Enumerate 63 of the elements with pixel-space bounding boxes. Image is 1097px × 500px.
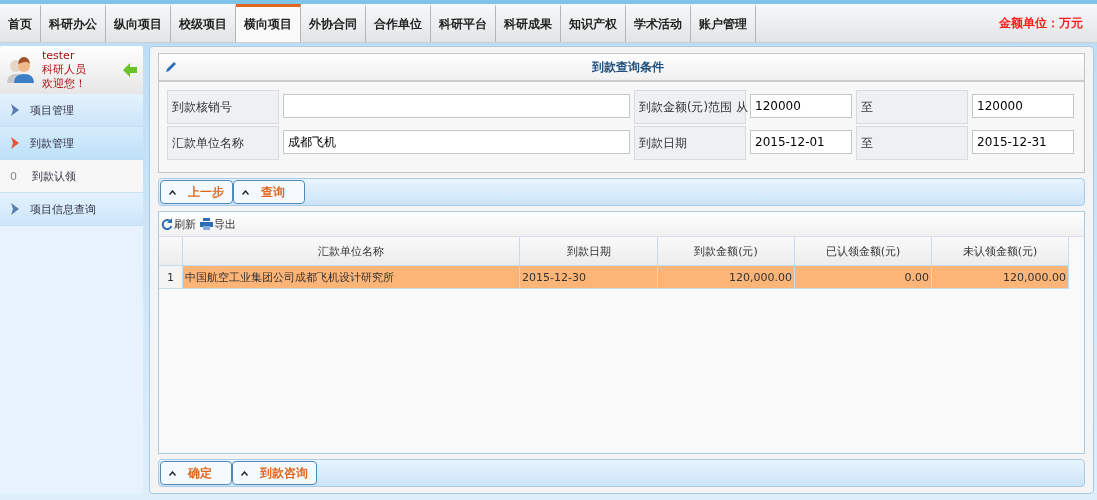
- column-header: 到款日期: [520, 237, 658, 266]
- printer-icon: [200, 218, 213, 230]
- pencil-icon: [165, 61, 177, 73]
- item-label: 项目信息查询: [30, 201, 96, 217]
- greeting: 欢迎您！: [42, 77, 87, 91]
- caret-icon: [169, 470, 176, 476]
- nav-tab[interactable]: 科研成果: [496, 4, 561, 42]
- nav-tab[interactable]: 纵向项目: [106, 4, 171, 42]
- nav-tab[interactable]: 外协合同: [301, 4, 366, 42]
- item-label: 到款管理: [30, 135, 74, 151]
- nav-tab[interactable]: 知识产权: [561, 4, 626, 42]
- unit-note: 金额单位：万元: [999, 14, 1084, 32]
- nav-tab[interactable]: 科研办公: [41, 4, 106, 42]
- field-label: 到款核销号: [167, 90, 279, 124]
- back-arrow-icon[interactable]: [123, 63, 137, 77]
- input-field[interactable]: 2015-12-01: [750, 130, 852, 154]
- field-label: 至: [856, 90, 968, 124]
- caret-icon: [242, 189, 249, 195]
- nav-tab[interactable]: 账户管理: [691, 4, 756, 42]
- table-cell: 120,000.00: [658, 266, 795, 289]
- header-corner: [159, 237, 183, 266]
- table-cell: 120,000.00: [932, 266, 1069, 289]
- field-label: 到款金额(元)范围 从: [634, 90, 746, 124]
- refresh-button[interactable]: 刷新: [161, 216, 196, 232]
- caret-icon: [169, 189, 176, 195]
- item-count: 0: [10, 169, 18, 183]
- arrow-icon: [10, 103, 20, 117]
- nav-tab[interactable]: 首页: [0, 4, 41, 42]
- input-field[interactable]: 120000: [750, 94, 852, 118]
- input-field[interactable]: 2015-12-31: [972, 130, 1074, 154]
- column-header: 到款金额(元): [658, 237, 795, 266]
- nav-tab[interactable]: 横向项目: [236, 4, 301, 42]
- arrow-icon: [10, 202, 20, 216]
- field-label: 到款日期: [634, 126, 746, 160]
- field-label: 至: [856, 126, 968, 160]
- refresh-icon: [161, 218, 173, 230]
- table-cell: 中国航空工业集团公司成都飞机设计研究所: [183, 266, 520, 289]
- export-button[interactable]: 导出: [200, 216, 236, 232]
- panel-title: 到款查询条件: [590, 58, 665, 76]
- users-icon: [6, 56, 36, 84]
- input-field[interactable]: 120000: [972, 94, 1074, 118]
- user-name: tester: [42, 49, 76, 63]
- item-label: 项目管理: [30, 102, 74, 118]
- item-label: 到款认领: [32, 168, 76, 184]
- column-header: 未认领金额(元): [932, 237, 1069, 266]
- input-field[interactable]: 成都飞机: [283, 130, 630, 154]
- table-cell: 2015-12-30: [520, 266, 658, 289]
- nav-tab[interactable]: 科研平台: [431, 4, 496, 42]
- arrow-icon: [10, 136, 20, 150]
- row-number: 1: [159, 266, 183, 289]
- sidebar-item[interactable]: 0 到款认领: [0, 160, 143, 193]
- nav-tab[interactable]: 合作单位: [366, 4, 431, 42]
- caret-icon: [241, 470, 248, 476]
- sidebar-item[interactable]: 到款管理: [0, 127, 143, 160]
- column-header: 已认领金额(元): [795, 237, 932, 266]
- nav-tab[interactable]: 学术活动: [626, 4, 691, 42]
- sidebar-item[interactable]: 项目信息查询: [0, 193, 143, 226]
- column-header: 汇款单位名称: [183, 237, 520, 266]
- table-cell: 0.00: [795, 266, 932, 289]
- field-label: 汇款单位名称: [167, 126, 279, 160]
- user-role: 科研人员: [42, 63, 87, 77]
- sidebar-item[interactable]: 项目管理: [0, 94, 143, 127]
- input-field[interactable]: [283, 94, 630, 118]
